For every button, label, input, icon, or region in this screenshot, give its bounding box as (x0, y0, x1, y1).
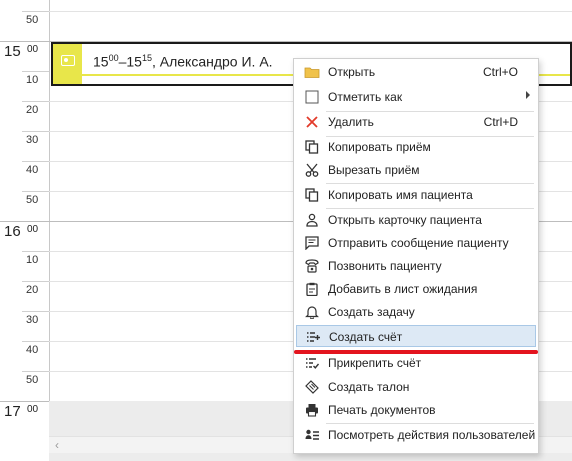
minute-label: 20 (26, 104, 39, 116)
minute-label: 50 (26, 374, 39, 386)
hour-label-minutes: 00 (27, 44, 39, 55)
gutter-tick-hour (0, 41, 49, 42)
scissors-icon (304, 162, 320, 178)
end-hour: 15 (126, 53, 142, 70)
start-minute: 00 (108, 53, 119, 63)
hour-label-minutes: 00 (27, 224, 39, 235)
user-list-icon (304, 427, 320, 443)
bell-icon (304, 304, 320, 320)
minute-label: 40 (26, 164, 39, 176)
menu-item-create-task[interactable]: Создать задачу (296, 301, 536, 323)
menu-item-view-user-actions[interactable]: Посмотреть действия пользователей (296, 424, 536, 446)
person-icon (304, 212, 320, 228)
menu-item-attach-invoice[interactable]: Прикрепить счёт (296, 352, 536, 374)
menu-item-copy-appointment[interactable]: Копировать приём (296, 136, 536, 158)
gutter-tick (22, 341, 49, 342)
hour-label-15: 15 (4, 43, 21, 60)
scroll-left-icon[interactable]: ‹ (55, 437, 59, 453)
printer-icon (304, 402, 320, 418)
minute-label: 20 (26, 284, 39, 296)
minute-label: 10 (26, 74, 39, 86)
message-icon (304, 235, 320, 251)
hour-label-17: 17 (4, 403, 21, 420)
menu-item-create-ticket[interactable]: Создать талон (296, 376, 536, 398)
gutter-tick (22, 71, 49, 72)
menu-item-call-patient[interactable]: Позвонить пациенту (296, 255, 536, 277)
menu-item-open-patient-card[interactable]: Открыть карточку пациента (296, 209, 536, 231)
appointment-color-bar (53, 44, 82, 84)
minute-label: 30 (26, 314, 39, 326)
folder-icon (304, 64, 320, 80)
gutter-tick (22, 251, 49, 252)
copy-icon (304, 187, 320, 203)
gutter-tick (22, 191, 49, 192)
invoice-add-icon (305, 329, 321, 345)
menu-item-send-message[interactable]: Отправить сообщение пациенту (296, 232, 536, 254)
gutter-tick (22, 131, 49, 132)
hour-label-16: 16 (4, 223, 21, 240)
gutter-tick (22, 11, 49, 12)
gutter-tick (22, 101, 49, 102)
submenu-arrow-icon (526, 91, 530, 99)
menu-item-add-to-waitlist[interactable]: Добавить в лист ожидания (296, 278, 536, 300)
start-hour: 15 (93, 53, 109, 70)
gutter-tick-hour (0, 221, 49, 222)
hour-label-minutes: 00 (27, 404, 39, 415)
gutter-tick (22, 161, 49, 162)
context-menu: Открыть Ctrl+O Отметить как Удалить Ctrl… (293, 58, 539, 454)
end-minute: 15 (141, 53, 152, 63)
minute-label: 10 (26, 254, 39, 266)
invoice-attach-icon (304, 355, 320, 371)
minute-label: 50 (26, 14, 39, 26)
patient-name: , Александро И. А. (151, 53, 273, 70)
gutter-tick (22, 311, 49, 312)
minute-label: 40 (26, 344, 39, 356)
clipboard-icon (304, 281, 320, 297)
patient-card-icon (61, 55, 75, 66)
gutter-tick-hour (0, 401, 49, 402)
copy-icon (304, 139, 320, 155)
menu-item-delete[interactable]: Удалить Ctrl+D (296, 111, 536, 133)
phone-icon (304, 258, 320, 274)
gutter-tick (22, 281, 49, 282)
menu-item-create-invoice[interactable]: Создать счёт (296, 325, 536, 347)
minute-label: 30 (26, 134, 39, 146)
minute-label: 50 (26, 194, 39, 206)
appointment-title: 1500–1515, Александро И. А. (93, 53, 273, 70)
checkbox-icon (304, 89, 320, 105)
menu-item-print-documents[interactable]: Печать документов (296, 399, 536, 421)
menu-item-open[interactable]: Открыть Ctrl+O (296, 61, 536, 83)
ticket-icon (304, 379, 320, 395)
grid-line (49, 11, 572, 12)
menu-item-mark-as[interactable]: Отметить как (296, 86, 536, 108)
menu-item-cut-appointment[interactable]: Вырезать приём (296, 159, 536, 181)
menu-item-copy-patient-name[interactable]: Копировать имя пациента (296, 184, 536, 206)
close-icon (304, 114, 320, 130)
red-underline-annotation (294, 350, 538, 354)
gutter-tick (22, 371, 49, 372)
